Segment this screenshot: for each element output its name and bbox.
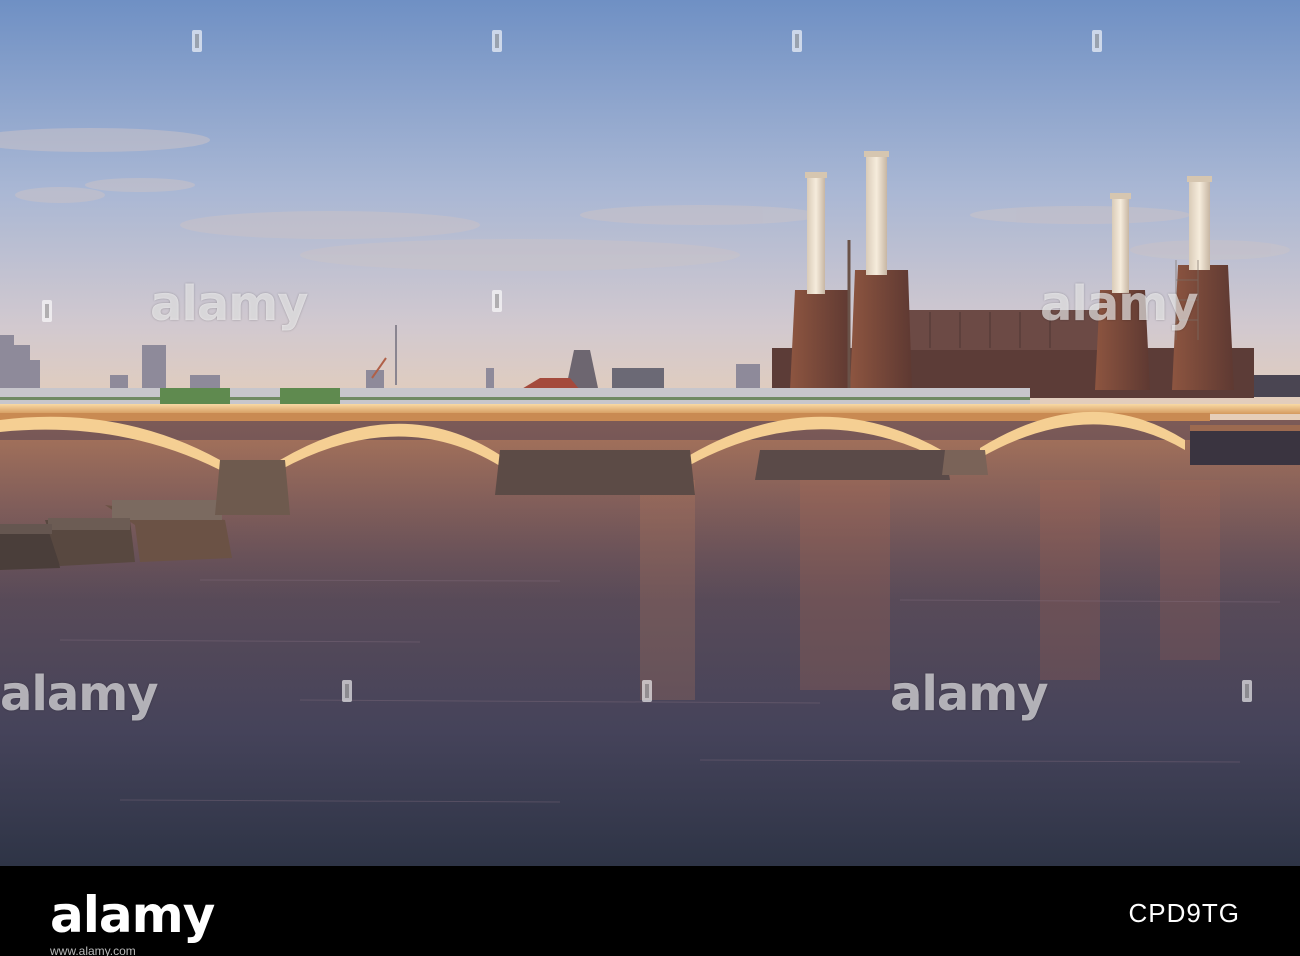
watermark-glyph (342, 680, 352, 702)
watermark-glyph (42, 300, 52, 322)
photo-frame: alamy alamy alamy alamy alamy CPD9TG www… (0, 0, 1300, 956)
watermark-glyph (792, 30, 802, 52)
watermark-glyph (192, 30, 202, 52)
stock-image-id: CPD9TG (1128, 898, 1240, 928)
river-scene-photo (0, 0, 1300, 866)
watermark-glyph (1242, 680, 1252, 702)
stock-url[interactable]: www.alamy.com (50, 944, 136, 956)
watermark-glyph (1092, 30, 1102, 52)
watermark-text: alamy (0, 666, 159, 722)
watermark-text: alamy (150, 276, 309, 332)
watermark-text: alamy (890, 666, 1049, 722)
watermark-glyph (492, 30, 502, 52)
alamy-logo[interactable]: alamy (50, 886, 215, 944)
watermark-glyph (492, 290, 502, 312)
stock-footer-bar: alamy CPD9TG www.alamy.com (0, 866, 1300, 956)
watermark-text: alamy (1040, 276, 1199, 332)
watermark-glyph (642, 680, 652, 702)
